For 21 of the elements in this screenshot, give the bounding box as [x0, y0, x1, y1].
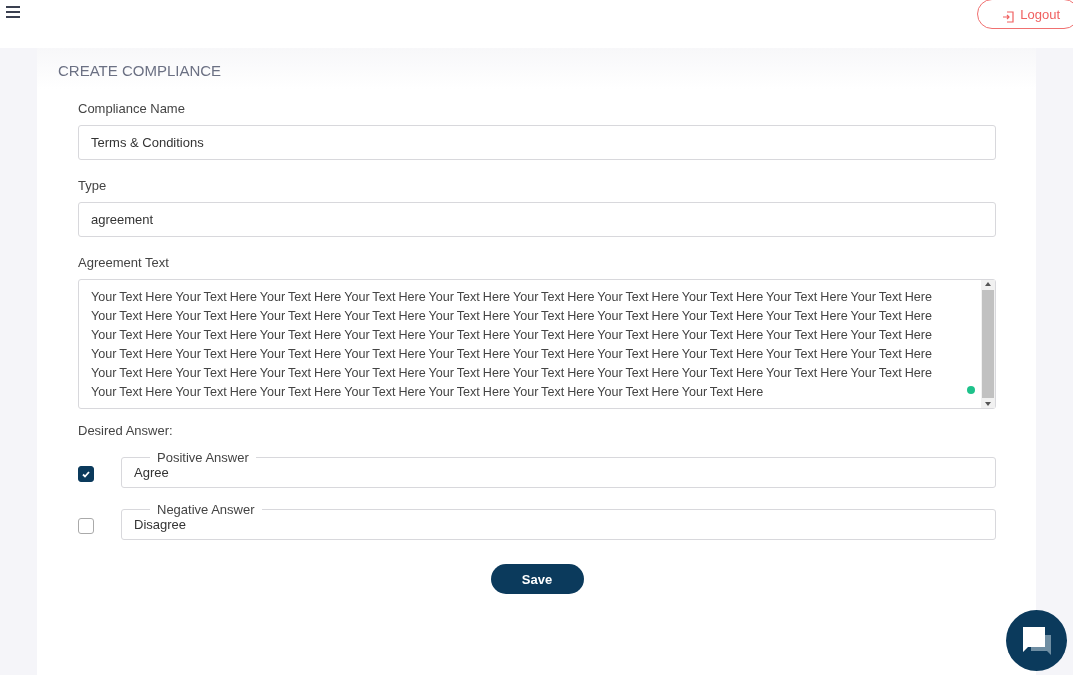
field-label: Positive Answer: [156, 450, 250, 465]
field-label: Type: [78, 178, 108, 193]
status-dot: [967, 386, 975, 394]
input-field[interactable]: Negative Answer Disagree: [121, 502, 996, 540]
checkbox[interactable]: [78, 466, 94, 482]
logout-icon: [1002, 11, 1015, 23]
save-button[interactable]: Save: [490, 564, 584, 594]
input-field[interactable]: Terms & Conditions: [78, 125, 996, 160]
scroll-up-icon[interactable]: [984, 280, 992, 288]
field-label: Compliance Name: [78, 101, 186, 116]
menu-icon[interactable]: [6, 6, 20, 18]
input-field[interactable]: agreement: [78, 202, 996, 237]
chat-icon[interactable]: [1020, 624, 1053, 657]
input-field[interactable]: Positive Answer Agree: [121, 450, 996, 488]
checkbox[interactable]: [78, 518, 94, 534]
field-label: Agreement Text: [78, 255, 170, 270]
scrollbar[interactable]: [981, 280, 995, 408]
scroll-down-icon[interactable]: [984, 400, 992, 408]
text-area[interactable]: Your Text Here Your Text Here Your Text Here Your Text Here Your Text Here Your Text Here Your Text Here Your Text Here Your Text Here Your Text Here Your Text Here Your Text Here Your Text Here Your Text Here Your Text Here Your Text Here Your Text Here Your Text Here Your Text Here Your Text Here Your Text Here Your Text Here Your Text Here Your Text Here Your Text Here Your Text Here Your Text Here Your Text Here Your Text Here Your Text Here Your Text Here Your Text Here Your Text Here Your Text Here Your Text Here Your Text Here Your Text Here Your Text Here Your Text Here Your Text Here Your Text Here Your Text Here Your Text Here Your Text Here Your Text Here Your Text Here Your Text Here Your Text Here Your Text Here Your Text Here Your Text Here Your Text Here Your Text Here Your Text Here Your Text Here Your Text Here Your Text Here Your Text Here: [78, 279, 996, 409]
field-label: Negative Answer: [156, 502, 256, 517]
field-label: Desired Answer:: [78, 423, 174, 438]
